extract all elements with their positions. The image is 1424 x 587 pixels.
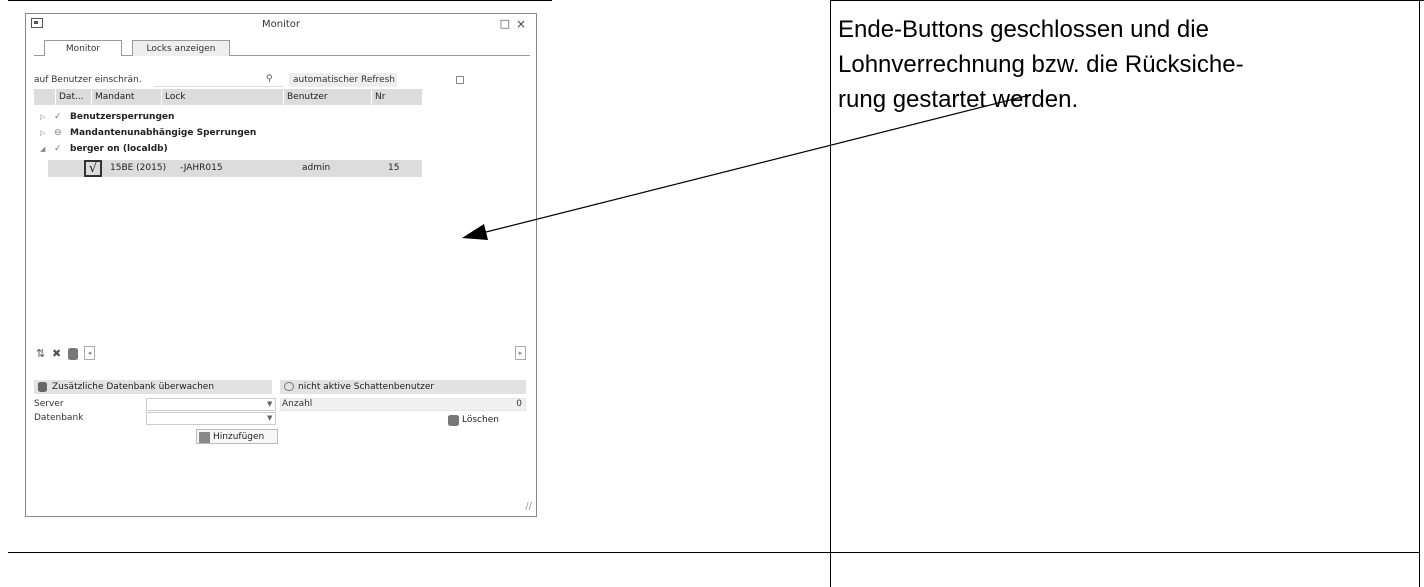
column-header-select[interactable] [34,89,56,105]
database-icon [38,382,47,392]
database-icon[interactable] [68,348,78,360]
resize-grip-icon[interactable]: // [525,501,532,512]
add-button[interactable]: Hinzufügen [196,429,278,444]
collapse-icon[interactable]: ◢ [40,142,45,156]
paragraph-line-3: rung gestartet werden. [838,86,1079,113]
cell-nr: 15 [388,163,400,173]
database-icon [448,415,459,426]
cell-top-border [830,0,1424,1]
paragraph-line-1: Ende-Buttons geschlossen und die [838,16,1209,43]
tree-group-label: Mandantenunabhängige Sperrungen [70,128,257,138]
delete-button-label: Löschen [462,415,499,425]
row-checkbox[interactable]: √ [84,160,102,177]
cell-lock: -JAHR015 [180,163,223,173]
expand-icon[interactable]: ▷ [40,126,45,140]
check-icon: ✓ [54,112,62,122]
check-icon: ✓ [54,144,62,154]
database-select[interactable] [146,412,276,425]
count-row: Anzahl 0 [280,398,526,411]
title-bar: Monitor □ × [26,14,536,36]
maximize-icon[interactable]: □ [500,17,510,30]
extra-database-panel-header: Zusätzliche Datenbank überwachen [34,380,272,394]
sort-icon[interactable]: ⇅ [36,347,45,360]
server-label: Server [34,399,64,409]
tab-bar: Monitor Locks anzeigen [34,40,530,56]
tree-group-label: Benutzersperrungen [70,112,175,122]
cell-benutzer: admin [302,163,331,173]
paragraph-line-2: Lohnverrechnung bzw. die Rücksiche- [838,51,1244,78]
count-field [280,398,526,411]
grid-toolbar: ⇅ ✖ ◂ ▸ [34,346,530,362]
expand-icon[interactable]: ▷ [40,110,45,124]
database-label: Datenbank [34,413,84,423]
grid-header: Dat... Mandant Lock Benutzer Nr [34,89,422,105]
table-right-border [1419,0,1420,587]
cell-mandant: 15BE (2015) [110,163,167,173]
add-button-label: Hinzufügen [213,432,265,442]
window-title: Monitor [261,19,300,30]
scroll-left-button[interactable]: ◂ [84,346,95,360]
column-header-dat[interactable]: Dat... [56,89,92,105]
count-label: Anzahl [282,399,313,409]
column-header-mandant[interactable]: Mandant [92,89,162,105]
minus-circle-icon: ⊖ [54,128,62,138]
filter-row: auf Benutzer einschrän. ⚲ automatischer … [34,73,526,87]
tab-locks-anzeigen[interactable]: Locks anzeigen [132,40,230,56]
search-icon[interactable]: ⚲ [266,72,273,86]
column-header-nr[interactable]: Nr [372,89,422,105]
table-row[interactable]: √ 15BE (2015) -JAHR015 admin 15 [48,160,422,177]
users-icon [284,382,294,391]
monitor-window-screenshot: Monitor □ × Monitor Locks anzeigen auf B… [25,13,537,517]
scroll-right-button[interactable]: ▸ [515,346,526,360]
panel-title: nicht aktive Schattenbenutzer [298,382,435,392]
column-divider [830,0,831,587]
server-select[interactable] [146,398,276,411]
column-header-lock[interactable]: Lock [162,89,284,105]
database-row: Datenbank ▼ [34,412,276,425]
close-icon[interactable]: × [516,17,526,31]
tab-monitor[interactable]: Monitor [44,40,122,56]
auto-refresh-checkbox[interactable] [456,76,464,84]
count-value: 0 [516,399,522,409]
tree-group-label: berger on (localdb) [70,144,168,154]
user-filter-label: auf Benutzer einschrän. [34,75,142,85]
shadow-users-panel-header: nicht aktive Schattenbenutzer [280,380,526,394]
server-row: Server ▼ [34,398,276,411]
row-divider [8,552,1420,553]
panel-title: Zusätzliche Datenbank überwachen [52,382,215,392]
instruction-paragraph: Ende-Buttons geschlossen und die Lohnver… [838,12,1398,117]
column-header-benutzer[interactable]: Benutzer [284,89,372,105]
add-icon [199,432,210,443]
chevron-down-icon[interactable]: ▼ [267,398,272,411]
delete-button[interactable]: Löschen [446,413,510,428]
top-rule [8,0,552,1]
chevron-down-icon[interactable]: ▼ [267,412,272,425]
user-filter-input[interactable] [154,73,284,87]
delete-icon[interactable]: ✖ [52,347,61,360]
auto-refresh-label: automatischer Refresh [289,73,397,87]
